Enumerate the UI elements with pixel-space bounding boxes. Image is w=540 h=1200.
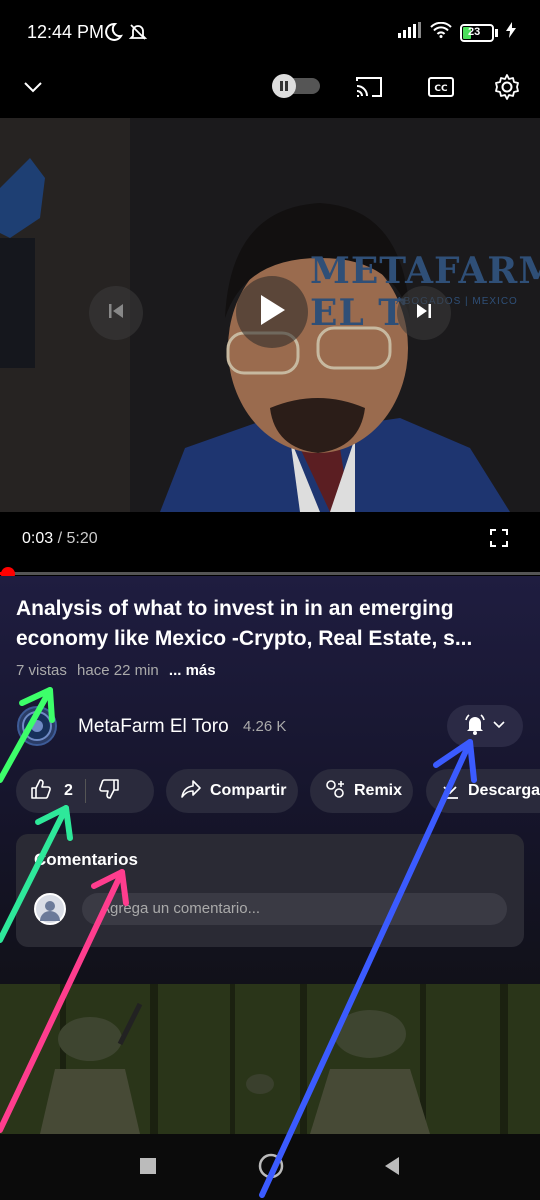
chevron-down-icon: [23, 80, 43, 98]
share-label: Compartir: [210, 782, 287, 799]
nav-square-icon: [139, 1157, 157, 1180]
download-button[interactable]: Descarga: [426, 769, 540, 813]
like-button[interactable]: 2: [30, 778, 73, 805]
fullscreen-icon: [489, 528, 509, 553]
svg-text:CC: CC: [434, 84, 448, 94]
video-player[interactable]: METAFARM EL T ABOGADOS | MEXICO: [0, 118, 540, 512]
battery-level: 23: [468, 25, 481, 38]
status-bar: 12:44 PM 23: [0, 0, 540, 68]
previous-icon: [107, 302, 125, 325]
dislike-button[interactable]: [98, 778, 120, 805]
subscriber-count: 4.26 K: [243, 718, 287, 735]
next-button[interactable]: [397, 286, 451, 340]
jungle-soldiers-image: [0, 984, 540, 1134]
fullscreen-button[interactable]: [486, 527, 512, 553]
download-icon: [440, 778, 460, 805]
video-meta[interactable]: 7 vistas hace 22 min ... más: [16, 662, 222, 679]
user-avatar: [34, 893, 66, 925]
mute-bell-icon: [128, 22, 148, 47]
share-icon: [180, 779, 202, 804]
download-label: Descarga: [468, 782, 540, 799]
current-time: 0:03: [22, 530, 54, 547]
previous-button[interactable]: [89, 286, 143, 340]
nav-home-icon: [258, 1153, 284, 1184]
remix-label: Remix: [354, 782, 403, 799]
video-title[interactable]: Analysis of what to invest in in an emer…: [16, 594, 528, 654]
signal-icon: [398, 22, 422, 43]
next-video-thumbnail[interactable]: [0, 984, 540, 1134]
time-separator: /: [53, 530, 67, 547]
charging-icon: [506, 22, 516, 43]
share-button[interactable]: Compartir: [166, 769, 298, 813]
home-button[interactable]: [256, 1153, 286, 1183]
recents-button[interactable]: [134, 1154, 162, 1182]
back-button[interactable]: [378, 1154, 406, 1182]
like-count: 2: [64, 782, 73, 799]
channel-name[interactable]: MetaFarm El Toro: [78, 716, 229, 738]
play-button[interactable]: [236, 276, 308, 348]
more-link[interactable]: ... más: [169, 662, 216, 679]
remix-button[interactable]: Remix: [310, 769, 413, 813]
bell-icon: [464, 713, 486, 740]
comments-title: Comentarios: [34, 850, 138, 869]
like-icon: [30, 778, 52, 805]
progress-track[interactable]: [0, 572, 540, 575]
pause-toggle-icon: [270, 73, 322, 103]
duration: 5:20: [66, 530, 98, 547]
system-nav-bar: [0, 1134, 540, 1200]
cast-icon: [354, 75, 384, 104]
nav-back-icon: [383, 1156, 401, 1181]
like-separator: [84, 779, 86, 803]
wifi-icon: [430, 21, 452, 43]
remix-icon: [324, 778, 346, 805]
view-count: 7 vistas: [16, 662, 67, 679]
next-icon: [415, 302, 433, 325]
battery-icon: 23: [460, 23, 498, 42]
play-icon: [257, 293, 287, 332]
gear-icon: [493, 73, 521, 106]
minimize-button[interactable]: [18, 74, 48, 104]
cast-button[interactable]: [352, 74, 386, 104]
autoplay-toggle[interactable]: [270, 73, 322, 103]
captions-button[interactable]: CC: [424, 74, 458, 104]
settings-button[interactable]: [490, 72, 524, 106]
status-icons: 23: [398, 21, 516, 43]
notification-settings-button[interactable]: [447, 705, 523, 747]
upload-age: hace 22 min: [77, 662, 159, 679]
dislike-icon: [98, 778, 120, 804]
chevron-down-icon: [492, 717, 506, 735]
like-dislike-group: 2: [16, 769, 154, 813]
time-display: 0:03 / 5:20: [22, 530, 98, 548]
moon-icon: [103, 22, 123, 47]
captions-icon: CC: [427, 76, 455, 103]
channel-avatar[interactable]: [17, 706, 57, 746]
status-time: 12:44 PM: [27, 22, 105, 42]
player-toolbar: CC: [0, 68, 540, 118]
add-comment-input[interactable]: Agrega un comentario...: [82, 893, 507, 925]
